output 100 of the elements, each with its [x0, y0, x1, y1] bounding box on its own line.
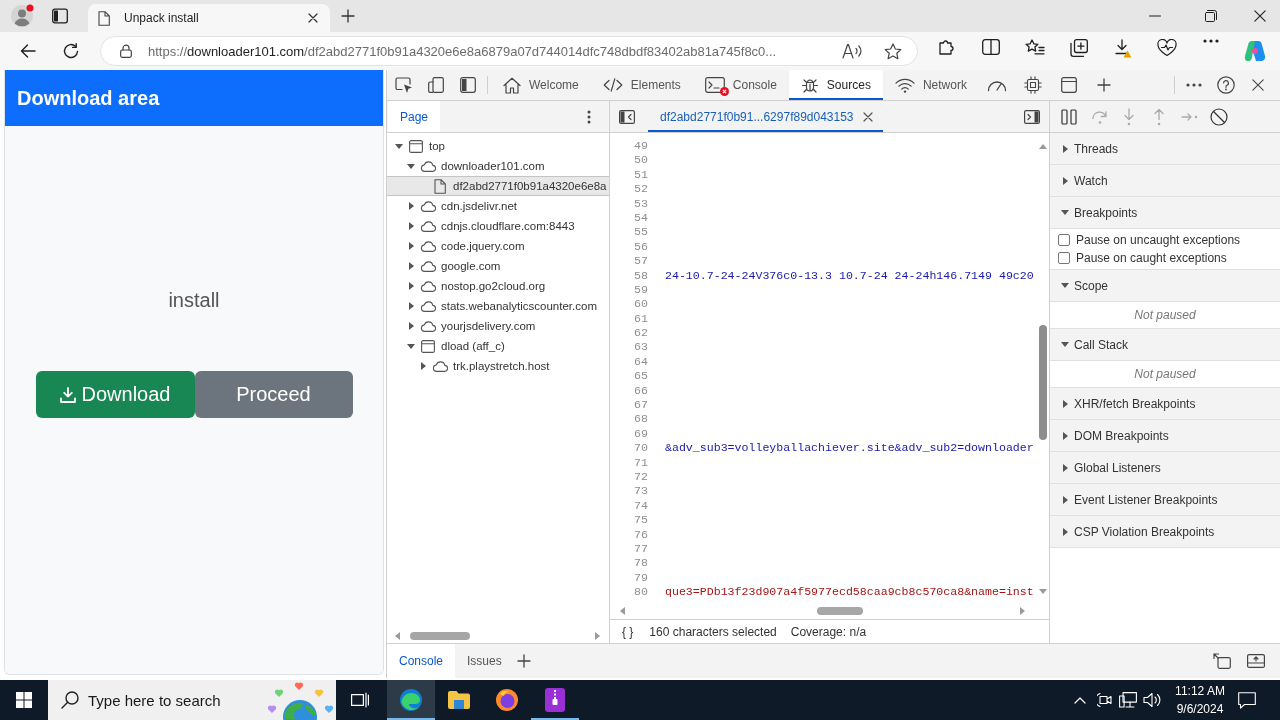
section-header[interactable]: Threads: [1050, 133, 1280, 165]
scrollbar-thumb[interactable]: [817, 607, 863, 615]
caret-right-icon[interactable]: [1062, 399, 1068, 408]
caret-right-icon[interactable]: [1062, 176, 1068, 185]
caret-right-icon[interactable]: [408, 242, 414, 250]
webcam-icon[interactable]: [1096, 692, 1112, 708]
close-icon[interactable]: [1253, 10, 1266, 22]
caret-down-icon[interactable]: [407, 343, 415, 349]
inspect-icon[interactable]: [395, 76, 413, 94]
caret-right-icon[interactable]: [408, 322, 414, 330]
section-header[interactable]: Scope: [1050, 270, 1280, 302]
pretty-print-button[interactable]: { }: [622, 624, 634, 639]
tree-item[interactable]: df2abd2771f0b91a4320e6e8a: [387, 176, 609, 196]
quick-view-icon[interactable]: [1213, 653, 1231, 669]
star-icon[interactable]: [884, 42, 902, 60]
lock-icon[interactable]: [120, 44, 132, 58]
reload-icon[interactable]: [63, 43, 79, 59]
panel-tab[interactable]: Console: [692, 70, 789, 100]
dock-side-icon[interactable]: [460, 77, 476, 93]
caret-down-icon[interactable]: [1061, 210, 1069, 215]
section-header[interactable]: Call Stack: [1050, 329, 1280, 361]
section-header[interactable]: Global Listeners: [1050, 452, 1280, 484]
tree-item[interactable]: yourjsdelivery.com: [387, 316, 609, 336]
scroll-left-icon[interactable]: [620, 607, 625, 615]
panel-tab[interactable]: Elements: [590, 70, 693, 100]
more-icon[interactable]: [1186, 83, 1202, 87]
tree-item[interactable]: downloader101.com: [387, 156, 609, 176]
caret-right-icon[interactable]: [408, 302, 414, 310]
more-vertical-icon[interactable]: [587, 109, 591, 124]
chevron-up-icon[interactable]: [1074, 696, 1086, 704]
tree-item[interactable]: stats.webanalyticscounter.com: [387, 296, 609, 316]
checkbox[interactable]: [1058, 234, 1070, 246]
panel-tab[interactable]: Sources: [788, 70, 883, 100]
download-button[interactable]: Download: [35, 371, 195, 418]
drawer-tab[interactable]: Console: [387, 644, 456, 678]
clock-time[interactable]: 11:12 AM: [1175, 682, 1225, 700]
network-icon[interactable]: [1119, 692, 1137, 708]
scrollbar-thumb[interactable]: [410, 631, 470, 640]
deactivate-breakpoints-icon[interactable]: [1210, 107, 1228, 126]
plus-icon[interactable]: [341, 9, 355, 23]
scroll-right-icon[interactable]: [595, 631, 600, 640]
scroll-right-icon[interactable]: [1020, 607, 1025, 615]
taskbar-button[interactable]: [387, 680, 435, 720]
read-aloud-icon[interactable]: [842, 43, 862, 59]
tree-item[interactable]: cdnjs.cloudflare.com:8443: [387, 216, 609, 236]
caret-right-icon[interactable]: [1062, 463, 1068, 472]
navigator-tab[interactable]: Page: [388, 101, 441, 132]
scroll-up-icon[interactable]: [1039, 144, 1047, 149]
caret-down-icon[interactable]: [407, 163, 415, 169]
caret-right-icon[interactable]: [408, 262, 414, 270]
section-header[interactable]: XHR/fetch Breakpoints: [1050, 388, 1280, 420]
tree-item[interactable]: cdn.jsdelivr.net: [387, 196, 609, 216]
search-field[interactable]: Type here to search: [88, 691, 264, 709]
close-icon[interactable]: [1252, 79, 1264, 91]
help-icon[interactable]: [1217, 76, 1235, 94]
restore-icon[interactable]: [1205, 10, 1217, 22]
plus-icon[interactable]: [1096, 78, 1111, 92]
download-icon[interactable]: [1114, 39, 1132, 58]
pause-icon[interactable]: [1061, 108, 1077, 125]
scroll-left-icon[interactable]: [395, 631, 400, 640]
more-icon[interactable]: [1203, 39, 1219, 43]
favorites-icon[interactable]: [1025, 39, 1045, 55]
tree-item[interactable]: nostop.go2cloud.org: [387, 276, 609, 296]
tree-item[interactable]: code.jquery.com: [387, 236, 609, 256]
tree-item[interactable]: top: [387, 136, 609, 156]
caret-right-icon[interactable]: [1062, 495, 1068, 504]
search-box[interactable]: Type here to search: [48, 680, 336, 720]
close-icon[interactable]: [308, 13, 318, 23]
checkbox[interactable]: [1058, 252, 1070, 264]
section-header[interactable]: Breakpoints: [1050, 197, 1280, 229]
avatar-icon[interactable]: [10, 4, 34, 28]
dock-bottom-icon[interactable]: [1247, 654, 1265, 668]
start-icon[interactable]: [16, 692, 32, 708]
tree-item[interactable]: trk.playstretch.host: [387, 356, 609, 376]
plus-icon[interactable]: [516, 654, 531, 668]
url-text[interactable]: https://downloader101.com/df2abd2771f0b91a4320e6e8a6879a07d744014dfc748dbdf83402ab81a745f8c0...: [148, 43, 777, 59]
caret-right-icon[interactable]: [420, 362, 426, 370]
caret-right-icon[interactable]: [408, 282, 414, 290]
heart-pulse-icon[interactable]: [1157, 39, 1177, 57]
device-toolbar-icon[interactable]: [428, 77, 444, 93]
back-arrow-icon[interactable]: [20, 44, 36, 58]
caret-right-icon[interactable]: [1062, 144, 1068, 153]
browser-tab[interactable]: Unpack install: [88, 4, 330, 32]
tabs-icon[interactable]: [52, 8, 68, 24]
collections-icon[interactable]: [1070, 39, 1088, 57]
task-view-icon[interactable]: [351, 692, 369, 708]
panel-tab[interactable]: Network: [882, 70, 979, 100]
caret-right-icon[interactable]: [408, 202, 414, 210]
volume-icon[interactable]: [1143, 692, 1161, 708]
scrollbar-thumb[interactable]: [1039, 325, 1047, 440]
tree-item[interactable]: google.com: [387, 256, 609, 276]
notification-icon[interactable]: [1238, 691, 1256, 709]
drawer-tab[interactable]: Issues: [455, 644, 514, 678]
section-header[interactable]: CSP Violation Breakpoints: [1050, 516, 1280, 548]
scroll-down-icon[interactable]: [1039, 589, 1047, 594]
caret-down-icon[interactable]: [1061, 342, 1069, 347]
section-header[interactable]: DOM Breakpoints: [1050, 420, 1280, 452]
split-screen-icon[interactable]: [982, 39, 1000, 55]
caret-right-icon[interactable]: [1062, 431, 1068, 440]
panel-tab[interactable]: Welcome: [491, 70, 591, 100]
